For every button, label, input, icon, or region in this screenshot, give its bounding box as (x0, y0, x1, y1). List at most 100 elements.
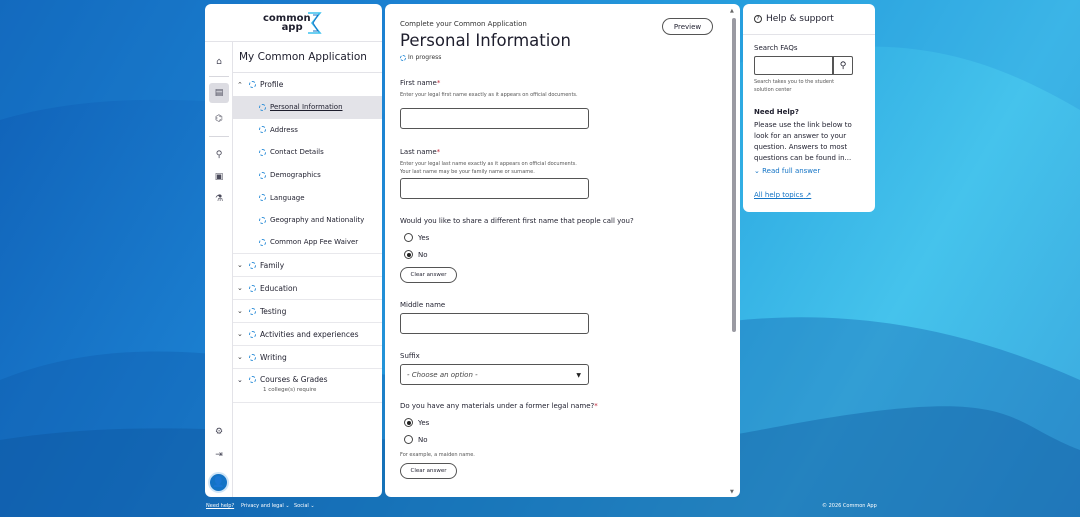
nav-item-personal-information[interactable]: Personal Information (233, 96, 382, 119)
first-name-help: Enter your legal first name exactly as i… (400, 92, 578, 98)
first-name-label: First name* (400, 79, 441, 87)
former-name-yes-radio[interactable]: Yes (404, 418, 429, 427)
application-document-icon[interactable]: ▤ (209, 83, 229, 103)
status-dot-icon (249, 261, 256, 269)
search-button[interactable]: ⚲ (833, 56, 853, 75)
status-dot-icon (249, 284, 256, 292)
scroll-up-icon[interactable]: ▲ (730, 8, 734, 14)
last-name-label: Last name* (400, 148, 441, 156)
chevron-down-icon: ⌄ (237, 375, 243, 384)
search-icon: ⚲ (839, 60, 847, 71)
preferred-name-question: Would you like to share a different firs… (400, 217, 634, 225)
chevron-down-icon: ⌄ (237, 261, 243, 270)
nav-item-address[interactable]: Address (233, 119, 382, 142)
courses-row: ⌄ Courses & Grades (237, 375, 328, 385)
caret-down-icon: ▼ (576, 372, 581, 379)
sign-out-icon[interactable]: ⇥ (209, 445, 229, 465)
need-help-body: Please use the link below to look for an… (754, 121, 852, 162)
nav-title: My Common Application (233, 42, 382, 73)
status-dot-icon (249, 376, 256, 384)
status-dot-icon (400, 54, 406, 61)
faq-search-input[interactable] (754, 56, 833, 75)
status-dot-icon (249, 307, 256, 315)
preview-button[interactable]: Preview (662, 18, 713, 35)
status-dot-icon (249, 81, 256, 88)
nav-section-courses-grades[interactable]: ⌄ Courses & Grades 1 college(s) require (233, 369, 382, 404)
scroll-thumb[interactable] (732, 18, 736, 332)
suffix-select[interactable]: - Choose an option - ▼ (400, 364, 589, 385)
eyebrow-text: Complete your Common Application (400, 20, 527, 28)
account-avatar[interactable]: 👤 (208, 472, 229, 493)
scrollbar[interactable]: ▲ ▼ (730, 8, 737, 496)
nav-section-writing[interactable]: ⌄ Writing (233, 346, 382, 370)
dashboard-home-icon[interactable]: ⌂ (209, 52, 229, 72)
nav-section-activities[interactable]: ⌄ Activities and experiences (233, 323, 382, 347)
chevron-up-icon: ⌃ (237, 80, 243, 89)
chevron-down-icon: ⌄ (754, 167, 760, 175)
nav-section-testing[interactable]: ⌄ Testing (233, 300, 382, 324)
nav-section-profile[interactable]: ⌃ Profile (233, 73, 382, 96)
nav-item-fee-waiver[interactable]: Common App Fee Waiver (233, 232, 382, 255)
logo-chevron-icon (308, 12, 322, 34)
help-header: ? Help & support (743, 4, 875, 35)
radio-circle-selected (404, 418, 413, 427)
middle-name-label: Middle name (400, 301, 446, 309)
status-badge: In progress (400, 54, 441, 61)
scroll-down-icon[interactable]: ▼ (730, 489, 734, 495)
chevron-down-icon: ⌄ (237, 330, 243, 339)
search-icon[interactable]: ⚲ (209, 145, 229, 165)
need-help-heading: Need Help? (754, 108, 799, 116)
radio-circle-selected (404, 250, 413, 259)
nav-item-contact-details[interactable]: Contact Details (233, 141, 382, 164)
college-cap-icon[interactable]: ⌬ (209, 109, 229, 129)
settings-gear-icon[interactable]: ⚙ (209, 422, 229, 442)
financial-aid-icon[interactable]: ⚗ (209, 189, 229, 209)
nav-item-language[interactable]: Language (233, 186, 382, 209)
preferred-name-yes-radio[interactable]: Yes (404, 233, 429, 242)
former-name-help: For example, a maiden name. (400, 452, 475, 458)
footer-need-help-link[interactable]: Need help? (206, 503, 234, 509)
radio-circle (404, 435, 413, 444)
page-title: Personal Information (400, 31, 571, 50)
help-support-panel: ? Help & support Search FAQs ⚲ Search ta… (743, 4, 875, 212)
status-dot-icon (249, 353, 256, 361)
chevron-down-icon: ⌄ (285, 503, 290, 509)
status-dot-icon (249, 330, 256, 338)
icon-rail: ⌂ ▤ ⌬ ⚲ ▣ ⚗ ⚙ ⇥ 👤 (205, 42, 233, 497)
chevron-down-icon: ⌄ (237, 284, 243, 293)
chevron-down-icon: ⌄ (310, 503, 315, 509)
footer-privacy-menu[interactable]: Privacy and legal ⌄ (241, 503, 290, 509)
rail-divider (209, 76, 229, 77)
status-dot-icon (259, 126, 266, 134)
search-faqs-label: Search FAQs (754, 44, 798, 52)
status-dot-icon (259, 194, 266, 202)
rail-divider (209, 136, 229, 137)
middle-name-input[interactable] (400, 313, 589, 334)
all-help-topics-link[interactable]: All help topics ↗ (754, 191, 811, 199)
status-dot-icon (259, 171, 266, 179)
former-name-no-radio[interactable]: No (404, 435, 428, 444)
courses-note: 1 college(s) require (263, 387, 317, 394)
clear-answer-button[interactable]: Clear answer (400, 267, 457, 283)
read-full-answer-link[interactable]: ⌄ Read full answer (754, 167, 820, 175)
footer-social-menu[interactable]: Social ⌄ (294, 503, 315, 509)
nav-item-demographics[interactable]: Demographics (233, 164, 382, 187)
clear-answer-button[interactable]: Clear answer (400, 463, 457, 479)
suffix-label: Suffix (400, 352, 420, 360)
logo[interactable]: common app (205, 4, 382, 42)
nav-section-family[interactable]: ⌄ Family (233, 254, 382, 278)
preferred-name-no-radio[interactable]: No (404, 250, 428, 259)
former-name-question: Do you have any materials under a former… (400, 402, 598, 410)
nav-item-geography-nationality[interactable]: Geography and Nationality (233, 209, 382, 232)
last-name-help: Enter your legal last name exactly as it… (400, 161, 577, 175)
status-dot-icon (259, 238, 266, 246)
footer-copyright: © 2026 Common App (822, 503, 877, 509)
last-name-input[interactable] (400, 178, 589, 199)
first-name-input[interactable] (400, 108, 589, 129)
status-dot-icon (259, 216, 266, 224)
nav-section-education[interactable]: ⌄ Education (233, 277, 382, 301)
question-circle-icon: ? (754, 15, 762, 23)
radio-circle (404, 233, 413, 242)
inbox-icon[interactable]: ▣ (209, 167, 229, 187)
application-nav: My Common Application ⌃ Profile Personal… (233, 42, 382, 404)
